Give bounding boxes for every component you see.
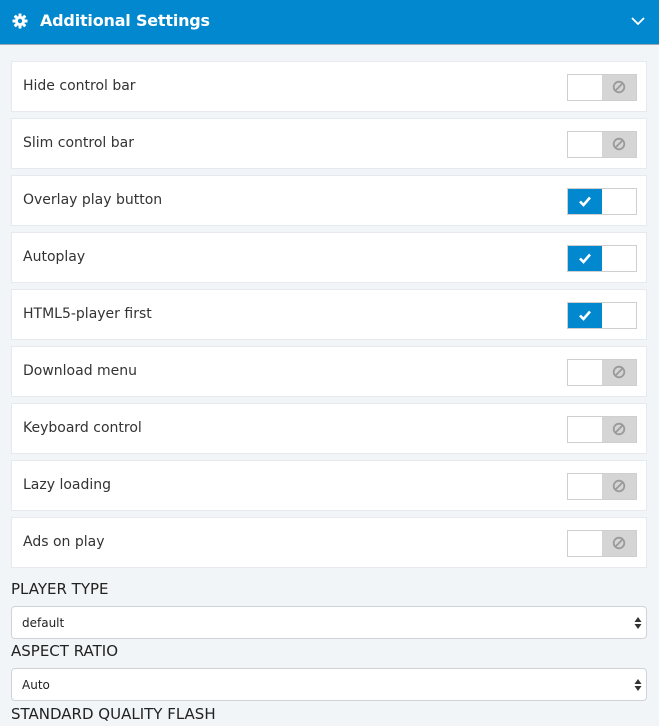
setting-label: Slim control bar: [23, 135, 134, 151]
settings-header[interactable]: Additional Settings: [0, 0, 659, 45]
select-arrows-icon: [634, 617, 642, 629]
setting-row: Hide control bar: [11, 61, 647, 112]
setting-label: HTML5-player first: [23, 306, 152, 322]
player-type-select[interactable]: default: [11, 606, 647, 639]
standard-quality-flash-label: STANDARD QUALITY FLASH: [11, 705, 216, 723]
setting-toggle[interactable]: [567, 359, 637, 386]
setting-row: Autoplay: [11, 232, 647, 283]
select-arrows-icon: [634, 679, 642, 691]
setting-label: Keyboard control: [23, 420, 142, 436]
setting-row: Ads on play: [11, 517, 647, 568]
setting-row: Lazy loading: [11, 460, 647, 511]
setting-toggle[interactable]: [567, 473, 637, 500]
setting-toggle[interactable]: [567, 188, 637, 215]
setting-toggle[interactable]: [567, 302, 637, 329]
setting-row: Overlay play button: [11, 175, 647, 226]
ban-icon: [612, 365, 626, 379]
ban-icon: [612, 137, 626, 151]
setting-label: Download menu: [23, 363, 138, 379]
check-icon: [579, 196, 591, 207]
setting-row: Keyboard control: [11, 403, 647, 454]
setting-label: Autoplay: [23, 249, 86, 265]
ban-icon: [612, 422, 626, 436]
setting-toggle[interactable]: [567, 131, 637, 158]
setting-toggle[interactable]: [567, 416, 637, 443]
setting-row: Slim control bar: [11, 118, 647, 169]
player-type-value: default: [22, 616, 65, 630]
aspect-ratio-select[interactable]: Auto: [11, 668, 647, 701]
setting-label: Ads on play: [23, 534, 105, 550]
aspect-ratio-label: ASPECT RATIO: [11, 642, 119, 660]
chevron-down-icon[interactable]: [630, 14, 646, 28]
setting-toggle[interactable]: [567, 530, 637, 557]
check-icon: [579, 253, 591, 264]
header-title: Additional Settings: [40, 11, 210, 30]
gear-icon: [12, 13, 28, 29]
ban-icon: [612, 80, 626, 94]
setting-toggle[interactable]: [567, 74, 637, 101]
setting-label: Overlay play button: [23, 192, 163, 208]
setting-row: Download menu: [11, 346, 647, 397]
setting-row: HTML5-player first: [11, 289, 647, 340]
ban-icon: [612, 479, 626, 493]
check-icon: [579, 310, 591, 321]
setting-label: Hide control bar: [23, 78, 136, 94]
ban-icon: [612, 536, 626, 550]
player-type-label: PLAYER TYPE: [11, 580, 109, 598]
setting-toggle[interactable]: [567, 245, 637, 272]
aspect-ratio-value: Auto: [22, 678, 50, 692]
setting-label: Lazy loading: [23, 477, 112, 493]
